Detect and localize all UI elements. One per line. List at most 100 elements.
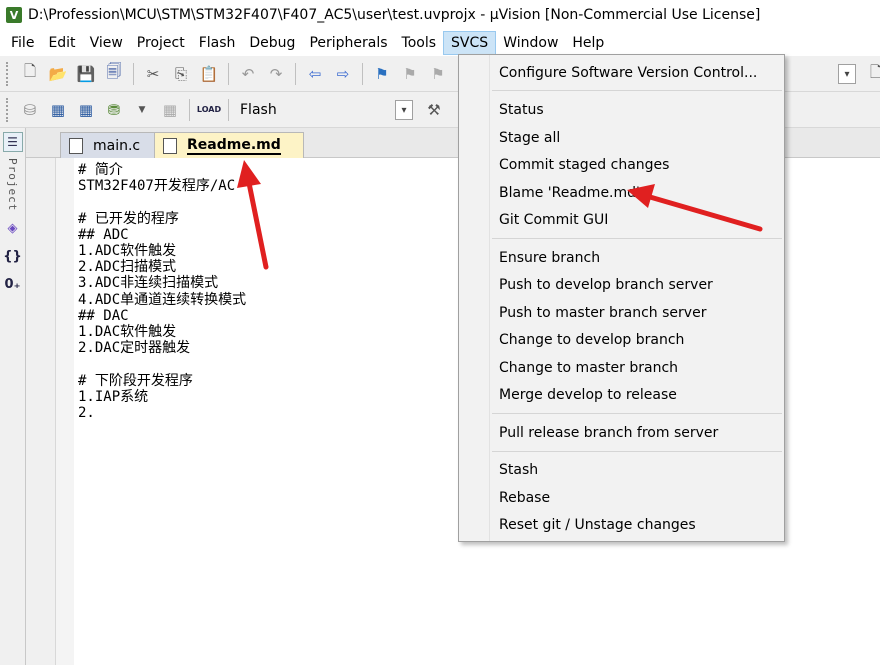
save-all-icon[interactable]: 🗐: [102, 62, 126, 86]
menuitem-stash[interactable]: Stash: [499, 462, 538, 478]
code-line: ## DAC: [78, 307, 129, 324]
stop-build-icon[interactable]: ▦: [158, 98, 182, 122]
bookmark-icon[interactable]: ⚑: [370, 62, 394, 86]
build-icon[interactable]: ▦: [46, 98, 70, 122]
menu-separator: [492, 238, 782, 239]
menu-separator: [492, 413, 782, 414]
code-line: # 下阶段开发程序: [78, 372, 193, 389]
code-line: 1.DAC软件触发: [78, 324, 177, 341]
left-panel-strip: ☰ Project ◈ {} 0₊: [0, 128, 26, 665]
code-line: 3.ADC非连续扫描模式: [78, 275, 219, 292]
menuitem-push-develop[interactable]: Push to develop branch server: [499, 277, 713, 293]
prev-bookmark-icon[interactable]: ⚑: [398, 62, 422, 86]
menuitem-configure-svc[interactable]: Configure Software Version Control...: [499, 65, 757, 81]
menuitem-push-master[interactable]: Push to master branch server: [499, 305, 706, 321]
rebuild-icon[interactable]: ▦: [74, 98, 98, 122]
tab-readme-md[interactable]: Readme.md: [154, 132, 304, 158]
menuitem-pull-release[interactable]: Pull release branch from server: [499, 425, 718, 441]
editor-gutter[interactable]: [26, 158, 56, 665]
menuitem-stage-all[interactable]: Stage all: [499, 130, 560, 146]
tab-label: main.c: [93, 137, 141, 154]
file-document-icon: [163, 137, 177, 154]
toolbar-separator: [228, 98, 229, 121]
code-line: 2.DAC定时器触发: [78, 340, 191, 357]
toolbar-separator: [228, 62, 229, 85]
menu-peripherals[interactable]: Peripherals: [302, 32, 394, 54]
project-panel-label[interactable]: Project: [6, 158, 19, 211]
menuitem-merge-develop-release[interactable]: Merge develop to release: [499, 387, 677, 403]
navigate-back-icon[interactable]: ⇦: [303, 62, 327, 86]
functions-icon[interactable]: {}: [2, 245, 24, 267]
menu-view[interactable]: View: [83, 32, 130, 54]
code-line: # 简介: [78, 162, 123, 178]
tab-label: Readme.md: [187, 136, 281, 155]
menu-separator: [492, 451, 782, 452]
window-title: D:\Profession\MCU\STM\STM32F407\F407_AC5…: [28, 7, 761, 23]
redo-icon[interactable]: ↷: [264, 62, 288, 86]
project-window-icon[interactable]: ☰: [2, 132, 23, 152]
code-line: # 已开发的程序: [78, 210, 179, 227]
uvision-app-icon: V: [6, 7, 22, 23]
open-folder-icon[interactable]: 📂: [46, 62, 70, 86]
file-document-icon: [69, 137, 83, 154]
menu-edit[interactable]: Edit: [41, 32, 82, 54]
menuitem-commit-staged[interactable]: Commit staged changes: [499, 157, 669, 173]
undo-icon[interactable]: ↶: [236, 62, 260, 86]
menuitem-reset-git[interactable]: Reset git / Unstage changes: [499, 517, 696, 533]
menu-tools[interactable]: Tools: [395, 32, 444, 54]
options-for-target-icon[interactable]: ⚒: [422, 98, 446, 122]
next-bookmark-icon[interactable]: ⚑: [426, 62, 450, 86]
svcs-dropdown-menu: Configure Software Version Control... St…: [458, 54, 785, 542]
menu-flash[interactable]: Flash: [192, 32, 243, 54]
menu-separator: [492, 90, 782, 91]
toolbar-separator: [189, 98, 190, 121]
menuitem-rebase[interactable]: Rebase: [499, 490, 550, 506]
menuitem-status[interactable]: Status: [499, 102, 544, 118]
code-line: ## ADC: [78, 226, 129, 243]
navigate-forward-icon[interactable]: ⇨: [331, 62, 355, 86]
menu-bar: File Edit View Project Flash Debug Perip…: [0, 30, 880, 56]
new-file-icon[interactable]: 🗋: [18, 62, 42, 86]
title-bar: V D:\Profession\MCU\STM\STM32F407\F407_A…: [0, 0, 880, 30]
code-line: ​: [78, 194, 246, 210]
code-line: 2.ADC扫描模式: [78, 259, 177, 276]
paste-icon[interactable]: 📋: [197, 62, 221, 86]
editor-margin: [56, 158, 74, 665]
batch-build-icon[interactable]: ⛃: [102, 98, 126, 122]
target-select-value[interactable]: Flash: [240, 102, 277, 118]
editor-text[interactable]: # 简介STM32F407开发程序/AC​# 已开发的程序## ADC1.ADC…: [78, 162, 246, 421]
menu-file[interactable]: File: [4, 32, 41, 54]
code-line: 1.ADC软件触发: [78, 243, 177, 260]
menu-window[interactable]: Window: [496, 32, 565, 54]
code-line: 2.: [78, 405, 95, 422]
search-combo-dropdown-icon[interactable]: ▾: [838, 64, 856, 84]
code-line: 1.IAP系统: [78, 388, 149, 405]
menuitem-ensure-branch[interactable]: Ensure branch: [499, 250, 600, 266]
templates-icon[interactable]: 0₊: [2, 273, 24, 295]
translate-icon[interactable]: ⛁: [18, 98, 42, 122]
batch-build-dropdown-icon[interactable]: ▼: [130, 98, 154, 122]
menuitem-blame-readme[interactable]: Blame 'Readme.md': [499, 185, 640, 201]
toolbar-separator: [362, 62, 363, 85]
save-icon[interactable]: 💾: [74, 62, 98, 86]
toolbar-grip[interactable]: [6, 61, 10, 86]
find-in-files-icon[interactable]: 🗋: [864, 62, 880, 86]
toolbar-separator: [295, 62, 296, 85]
code-line: 4.ADC单通道连续转换模式: [78, 291, 247, 308]
menu-help[interactable]: Help: [565, 32, 611, 54]
copy-icon[interactable]: ⎘: [169, 62, 193, 86]
code-line: ​: [78, 356, 246, 372]
toolbar-separator: [133, 62, 134, 85]
toolbar-grip[interactable]: [6, 97, 10, 122]
books-icon[interactable]: ◈: [2, 217, 24, 239]
download-load-icon[interactable]: LOAD: [197, 98, 221, 122]
menuitem-change-develop[interactable]: Change to develop branch: [499, 332, 684, 348]
cut-icon[interactable]: ✂: [141, 62, 165, 86]
menu-debug[interactable]: Debug: [242, 32, 302, 54]
menuitem-change-master[interactable]: Change to master branch: [499, 360, 678, 376]
menu-svcs[interactable]: SVCS: [443, 31, 497, 55]
code-line: STM32F407开发程序/AC: [78, 178, 236, 195]
menuitem-git-commit-gui[interactable]: Git Commit GUI: [499, 212, 608, 228]
target-select-dropdown-icon[interactable]: ▾: [395, 100, 413, 120]
menu-project[interactable]: Project: [130, 32, 192, 54]
